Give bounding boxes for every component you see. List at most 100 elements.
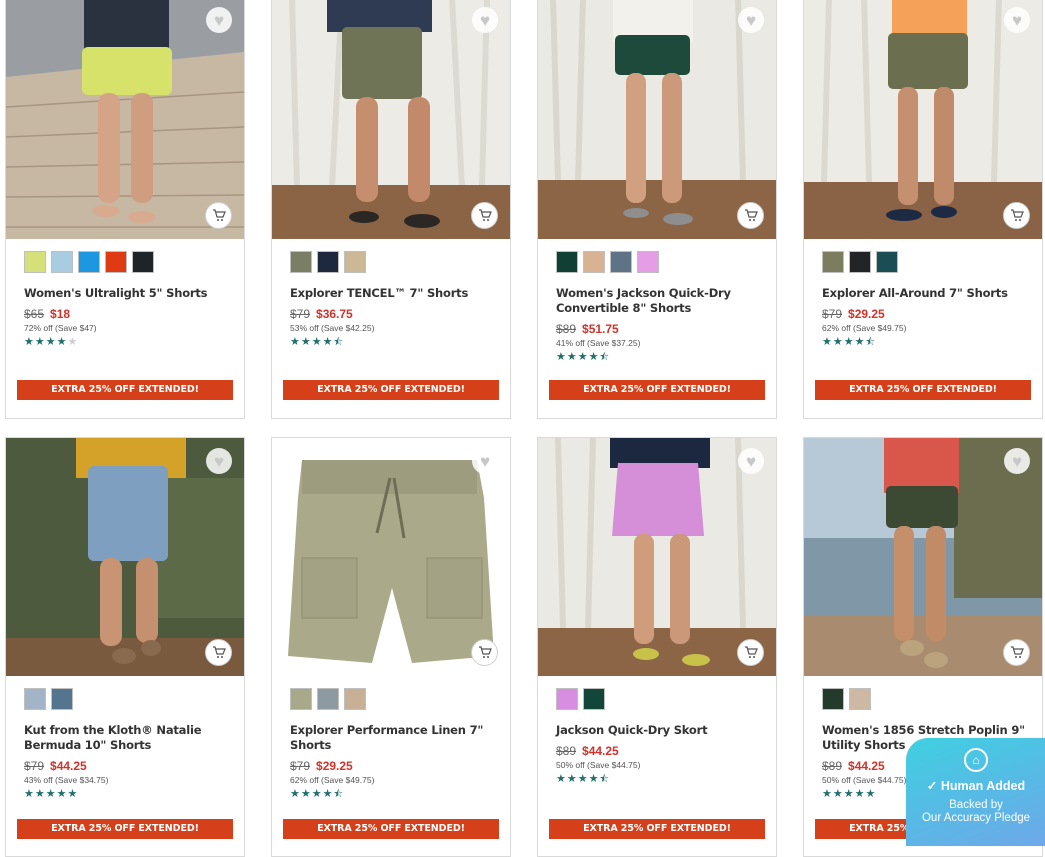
star-icon: ★ <box>24 788 35 800</box>
color-swatch[interactable] <box>637 251 659 273</box>
product-image[interactable]: ♥ <box>804 0 1042 239</box>
promo-banner[interactable]: EXTRA 25% OFF EXTENDED! <box>549 380 765 400</box>
wishlist-heart-icon[interactable]: ♥ <box>1004 448 1030 474</box>
savings-text: 62% off (Save $49.75) <box>822 323 907 333</box>
color-swatch[interactable] <box>132 251 154 273</box>
color-swatch[interactable] <box>822 251 844 273</box>
color-swatch[interactable] <box>317 688 339 710</box>
star-icon: ★ <box>854 788 866 800</box>
savings-text: 50% off (Save $44.75) <box>556 760 641 770</box>
product-name[interactable]: Explorer Performance Linen 7" Shorts <box>290 723 499 753</box>
star-rating[interactable]: ★★★★★ <box>24 336 233 349</box>
star-icon: ⯪ <box>865 337 876 348</box>
add-to-cart-icon[interactable] <box>737 639 764 666</box>
promo-banner[interactable]: EXTRA 25% OFF EXTENDED! <box>549 819 765 839</box>
sale-price: $29.25 <box>316 759 353 773</box>
star-rating[interactable]: ★★★★⯪ <box>822 336 1031 349</box>
product-info: Women's Ultralight 5" Shorts $65 $18 72% … <box>6 239 244 349</box>
star-icon: ★ <box>843 336 855 348</box>
color-swatch[interactable] <box>51 251 73 273</box>
add-to-cart-icon[interactable] <box>471 639 498 666</box>
wishlist-heart-icon[interactable]: ♥ <box>472 448 498 474</box>
color-swatch[interactable] <box>344 251 366 273</box>
color-swatch[interactable] <box>556 251 578 273</box>
sale-price: $36.75 <box>316 307 353 321</box>
product-card[interactable]: ♥ Jackson Quick-Dry Skort $89 $44.25 50% … <box>537 437 777 857</box>
color-swatch[interactable] <box>24 688 46 710</box>
product-name[interactable]: Explorer TENCEL™ 7" Shorts <box>290 286 499 301</box>
product-image[interactable]: ♥ <box>6 438 244 676</box>
promo-banner[interactable]: EXTRA 25% OFF EXTENDED! <box>815 380 1031 400</box>
product-image[interactable]: ♥ <box>272 438 510 676</box>
original-price: $79 <box>24 759 45 773</box>
product-card[interactable]: ♥ Explorer TENCEL™ 7" Shorts $79 $36.75 5… <box>271 0 511 419</box>
product-image[interactable]: ♥ <box>6 0 244 239</box>
color-swatch[interactable] <box>849 251 871 273</box>
color-swatch[interactable] <box>583 251 605 273</box>
wishlist-heart-icon[interactable]: ♥ <box>738 448 764 474</box>
color-swatch[interactable] <box>105 251 127 273</box>
savings-text: 41% off (Save $37.25) <box>556 338 641 348</box>
product-name[interactable]: Jackson Quick-Dry Skort <box>556 723 765 738</box>
add-to-cart-icon[interactable] <box>205 202 232 229</box>
product-image[interactable]: ♥ <box>272 0 510 239</box>
star-rating[interactable]: ★★★★⯪ <box>556 773 765 786</box>
color-swatch[interactable] <box>51 688 73 710</box>
product-image[interactable]: ♥ <box>538 0 776 239</box>
color-swatch[interactable] <box>344 688 366 710</box>
star-icon: ★ <box>311 788 323 800</box>
color-swatch[interactable] <box>610 251 632 273</box>
color-swatch[interactable] <box>876 251 898 273</box>
star-rating[interactable]: ★★★★⯪ <box>290 788 499 801</box>
color-swatch[interactable] <box>317 251 339 273</box>
savings-text: 72% off (Save $47) <box>24 323 97 333</box>
promo-banner[interactable]: EXTRA 25% OFF EXTENDED! <box>17 380 233 400</box>
color-swatches <box>556 251 765 275</box>
product-card[interactable]: ♥ Explorer Performance Linen 7" Shorts $… <box>271 437 511 857</box>
color-swatch[interactable] <box>290 688 312 710</box>
sale-price: $18 <box>50 307 71 321</box>
product-info: Explorer Performance Linen 7" Shorts $79… <box>272 676 510 801</box>
color-swatch[interactable] <box>822 688 844 710</box>
color-swatch[interactable] <box>583 688 605 710</box>
product-name[interactable]: Explorer All-Around 7" Shorts <box>822 286 1031 301</box>
promo-banner[interactable]: EXTRA 25% OFF EXTENDED! <box>17 819 233 839</box>
color-swatch[interactable] <box>78 251 100 273</box>
promo-banner[interactable]: EXTRA 25% OFF EXTENDED! <box>283 819 499 839</box>
product-image[interactable]: ♥ <box>538 438 776 676</box>
product-info: Explorer TENCEL™ 7" Shorts $79 $36.75 53%… <box>272 239 510 349</box>
product-name[interactable]: Women's Jackson Quick-Dry Convertible 8"… <box>556 286 765 316</box>
wishlist-heart-icon[interactable]: ♥ <box>472 7 498 33</box>
star-icon: ★ <box>34 336 46 348</box>
add-to-cart-icon[interactable] <box>737 202 764 229</box>
wishlist-heart-icon[interactable]: ♥ <box>206 448 232 474</box>
product-card[interactable]: ♥ Kut from the Kloth® Natalie Bermuda 10… <box>5 437 245 857</box>
product-info: Kut from the Kloth® Natalie Bermuda 10" … <box>6 676 244 801</box>
original-price: $89 <box>556 744 577 758</box>
product-image[interactable]: ♥ <box>804 438 1042 676</box>
add-to-cart-icon[interactable] <box>205 639 232 666</box>
color-swatch[interactable] <box>849 688 871 710</box>
star-icon: ★ <box>588 351 600 363</box>
product-name[interactable]: Women's Ultralight 5" Shorts <box>24 286 233 301</box>
sale-price: $51.75 <box>582 322 619 336</box>
add-to-cart-icon[interactable] <box>1003 202 1030 229</box>
wishlist-heart-icon[interactable]: ♥ <box>206 7 232 33</box>
color-swatch[interactable] <box>24 251 46 273</box>
star-rating[interactable]: ★★★★⯪ <box>556 351 765 364</box>
product-name[interactable]: Kut from the Kloth® Natalie Bermuda 10" … <box>24 723 233 753</box>
wishlist-heart-icon[interactable]: ♥ <box>1004 7 1030 33</box>
add-to-cart-icon[interactable] <box>471 202 498 229</box>
star-rating[interactable]: ★★★★★ <box>24 788 233 801</box>
price-row: $89 $44.25 <box>556 744 765 758</box>
product-card[interactable]: ♥ Women's Jackson Quick-Dry Convertible … <box>537 0 777 419</box>
accuracy-pledge-badge[interactable]: ⌂ ✓ Human Added Backed by Our Accuracy Pl… <box>906 738 1045 846</box>
promo-banner[interactable]: EXTRA 25% OFF EXTENDED! <box>283 380 499 400</box>
wishlist-heart-icon[interactable]: ♥ <box>738 7 764 33</box>
add-to-cart-icon[interactable] <box>1003 639 1030 666</box>
color-swatch[interactable] <box>556 688 578 710</box>
star-rating[interactable]: ★★★★⯪ <box>290 336 499 349</box>
product-card[interactable]: ♥ Explorer All-Around 7" Shorts $79 $29.2… <box>803 0 1043 419</box>
product-card[interactable]: ♥ Women's Ultralight 5" Shorts $65 $18 72… <box>5 0 245 419</box>
color-swatch[interactable] <box>290 251 312 273</box>
